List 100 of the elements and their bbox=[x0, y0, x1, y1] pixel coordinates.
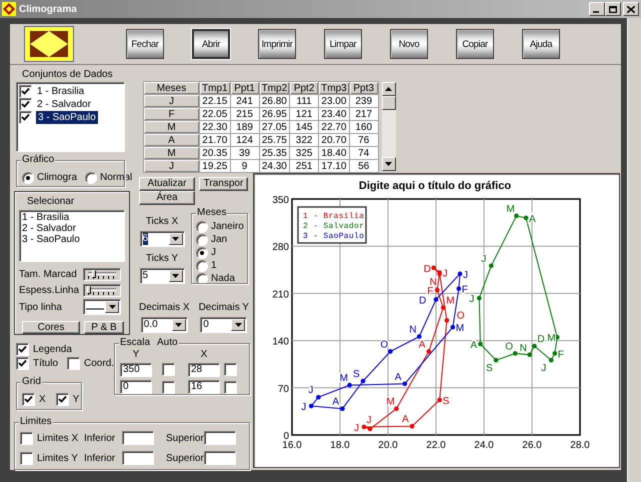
table-cell: 26.80 bbox=[259, 94, 290, 108]
maximize-button[interactable] bbox=[605, 2, 621, 16]
app-icon bbox=[2, 2, 16, 16]
dropdown[interactable]: 0.0 bbox=[140, 317, 188, 333]
dataset-list[interactable]: 1 - Brasilia 2 - Salvador 3 - SaoPaulo bbox=[16, 82, 125, 152]
text-field[interactable] bbox=[204, 451, 236, 465]
list-item[interactable]: 3 - SaoPaulo bbox=[36, 111, 98, 124]
list-item[interactable]: 2 - Salvador bbox=[22, 223, 122, 234]
toolbar-button[interactable]: Ajuda bbox=[522, 29, 560, 59]
toolbar-button[interactable]: Fechar bbox=[126, 29, 164, 59]
radio-button[interactable] bbox=[22, 172, 34, 184]
checkbox-label: Título bbox=[33, 357, 58, 370]
axis-tick-label: 70 bbox=[278, 384, 289, 395]
list-item[interactable]: 2 - Salvador bbox=[36, 98, 92, 111]
checkbox[interactable] bbox=[19, 85, 32, 98]
axis-tick-label: 26.0 bbox=[522, 440, 542, 451]
radio-label: J bbox=[211, 246, 216, 259]
table-cell: 18.40 bbox=[318, 146, 350, 160]
list-item[interactable]: 1 - Brasilia bbox=[22, 212, 122, 223]
scroll-thumb[interactable] bbox=[382, 96, 396, 110]
checkbox[interactable] bbox=[19, 98, 32, 111]
row-header: M bbox=[144, 120, 200, 134]
dropdown[interactable]: 5 bbox=[140, 268, 184, 284]
minimize-button[interactable] bbox=[589, 2, 605, 16]
point-label: J bbox=[442, 268, 448, 280]
data-point bbox=[532, 344, 537, 348]
radio-button[interactable] bbox=[196, 220, 208, 232]
series-list[interactable]: 1 - Brasilia 2 - Salvador 3 - SaoPaulo bbox=[19, 210, 125, 262]
toolbar-button[interactable]: Novo bbox=[390, 29, 428, 59]
action-button[interactable]: Área bbox=[139, 191, 195, 205]
table-cell: 239 bbox=[349, 94, 378, 108]
text-field[interactable] bbox=[122, 431, 154, 445]
dropdown[interactable] bbox=[83, 299, 121, 315]
group-label: Grid bbox=[22, 376, 41, 388]
checkbox[interactable] bbox=[22, 393, 35, 406]
radio-label: Nada bbox=[211, 272, 235, 285]
group-label: Auto bbox=[157, 337, 178, 349]
radio-label: Normal bbox=[100, 171, 132, 184]
checkbox[interactable] bbox=[16, 357, 29, 370]
text-field[interactable]: 16 bbox=[188, 380, 220, 394]
text-field[interactable]: 350 bbox=[120, 362, 152, 377]
checkbox[interactable] bbox=[162, 380, 174, 394]
point-label: J bbox=[463, 270, 468, 281]
point-label: O bbox=[505, 341, 513, 352]
column-header: Meses bbox=[144, 82, 200, 94]
point-label: J bbox=[481, 254, 486, 265]
text-field[interactable]: 0 bbox=[120, 380, 152, 394]
point-label: A bbox=[332, 396, 340, 408]
table-cell: 74 bbox=[349, 146, 378, 160]
scroll-down-button[interactable] bbox=[382, 157, 396, 171]
field-label: Tipo linha bbox=[19, 302, 63, 312]
checkbox[interactable] bbox=[162, 363, 174, 376]
toolbar-button[interactable]: Abrir bbox=[192, 29, 230, 59]
point-label: N bbox=[520, 342, 527, 354]
data-point bbox=[456, 286, 462, 291]
point-label: A bbox=[470, 340, 478, 351]
toolbar-button[interactable]: Copiar bbox=[456, 29, 494, 59]
list-item[interactable]: 1 - Brasilia bbox=[36, 85, 86, 98]
radio-button[interactable] bbox=[196, 234, 208, 246]
radio-label: Climogra bbox=[37, 171, 78, 184]
radio-button[interactable] bbox=[85, 172, 98, 184]
checkbox[interactable] bbox=[20, 452, 33, 464]
list-item[interactable]: 3 - SaoPaulo bbox=[22, 234, 122, 245]
action-button[interactable]: Transpor bbox=[199, 177, 248, 191]
scroll-up-button[interactable] bbox=[382, 82, 396, 96]
slider-thumb[interactable] bbox=[92, 270, 96, 278]
column-header: Tmp2 bbox=[259, 82, 290, 94]
text-field[interactable] bbox=[204, 431, 236, 445]
panel-button[interactable]: P & B bbox=[84, 321, 124, 334]
toolbar-button[interactable]: Imprimir bbox=[258, 29, 296, 59]
field-label: Inferior bbox=[84, 432, 116, 444]
checkbox[interactable] bbox=[16, 343, 29, 356]
axis-tick-label: 22.0 bbox=[426, 440, 446, 451]
slider-thumb[interactable] bbox=[87, 286, 91, 294]
checkbox[interactable] bbox=[224, 363, 236, 376]
scrollbar[interactable] bbox=[380, 81, 397, 172]
dropdown[interactable]: 0 bbox=[200, 317, 248, 333]
data-point bbox=[360, 378, 366, 384]
checkbox[interactable] bbox=[20, 432, 33, 444]
data-point bbox=[494, 358, 498, 362]
point-label: F bbox=[558, 349, 564, 360]
close-button[interactable] bbox=[623, 2, 639, 16]
data-point bbox=[416, 334, 422, 339]
slider[interactable] bbox=[83, 268, 121, 281]
checkbox[interactable] bbox=[67, 357, 80, 370]
checkbox[interactable] bbox=[56, 393, 69, 406]
panel-button[interactable]: Cores bbox=[22, 321, 80, 334]
action-button[interactable]: Atualizar bbox=[139, 177, 195, 191]
radio-button[interactable] bbox=[196, 246, 208, 258]
caret-icon bbox=[234, 323, 242, 327]
text-field[interactable]: 28 bbox=[188, 362, 220, 377]
checkbox[interactable] bbox=[224, 380, 236, 394]
radio-button[interactable] bbox=[196, 272, 208, 284]
toolbar-button[interactable]: Limpar bbox=[324, 29, 362, 59]
radio-button[interactable] bbox=[196, 260, 208, 272]
text-field[interactable] bbox=[122, 451, 154, 465]
slider[interactable] bbox=[83, 284, 121, 297]
down-arrow-icon bbox=[385, 162, 392, 166]
data-point bbox=[444, 318, 450, 323]
dropdown[interactable]: 6 bbox=[140, 231, 184, 247]
